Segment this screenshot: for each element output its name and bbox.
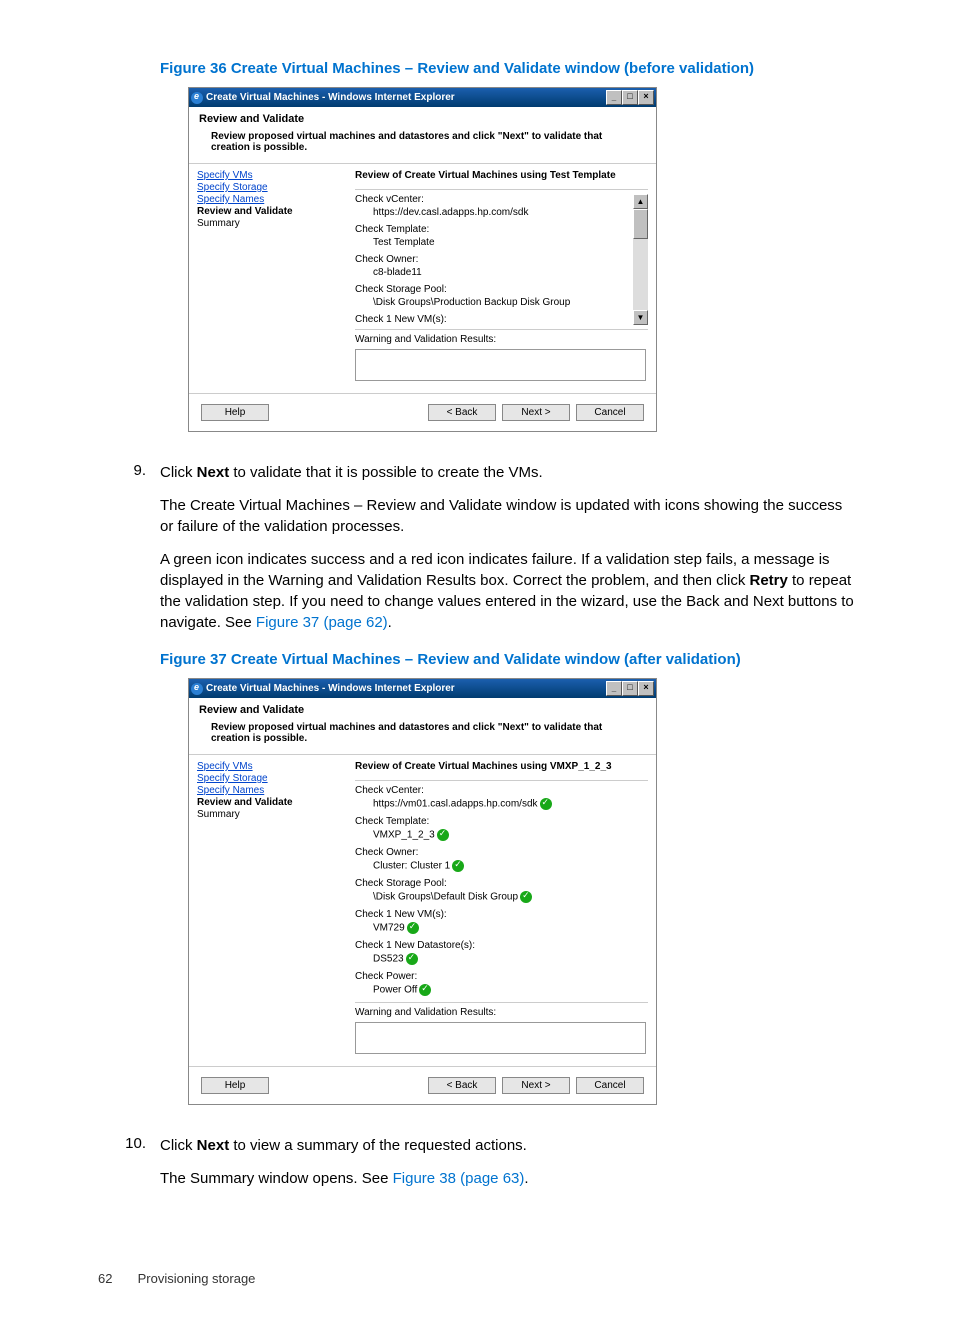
back-button[interactable]: < Back <box>428 404 496 421</box>
scroll-up-icon[interactable]: ▲ <box>633 194 648 209</box>
step-text: The Create Virtual Machines – Review and… <box>160 495 856 537</box>
figure-36-title: Figure 36 Create Virtual Machines – Revi… <box>160 60 856 77</box>
window-title: Create Virtual Machines - Windows Intern… <box>206 92 455 103</box>
cancel-button[interactable]: Cancel <box>576 404 644 421</box>
minimize-icon[interactable]: _ <box>606 681 622 696</box>
next-label: Next <box>197 464 230 481</box>
scrollbar[interactable]: ▲ ▼ <box>633 194 648 325</box>
scroll-thumb[interactable] <box>633 209 648 239</box>
screenshot-after-validation: Create Virtual Machines - Windows Intern… <box>188 678 657 1105</box>
success-icon <box>437 829 449 841</box>
close-icon[interactable]: × <box>638 90 654 105</box>
check-value: c8-blade11 <box>373 267 630 278</box>
check-value: https://vm01.casl.adapps.hp.com/sdk <box>373 799 538 810</box>
nav-specify-vms[interactable]: Specify VMs <box>197 170 347 181</box>
retry-label: Retry <box>749 572 787 589</box>
check-value: Test Template <box>373 237 630 248</box>
step-number: 10. <box>98 1135 160 1201</box>
review-title: Review of Create Virtual Machines using … <box>355 170 648 181</box>
review-title: Review of Create Virtual Machines using … <box>355 761 648 772</box>
page-number: 62 <box>98 1271 134 1286</box>
check-value: VMXP_1_2_3 <box>373 830 435 841</box>
nav-review-validate: Review and Validate <box>197 206 347 217</box>
nav-summary: Summary <box>197 218 347 229</box>
check-label: Check vCenter: <box>355 785 646 796</box>
dialog-description: Review proposed virtual machines and dat… <box>189 718 656 754</box>
next-button[interactable]: Next > <box>502 1077 570 1094</box>
check-value: \Disk Groups\Production Backup Disk Grou… <box>373 297 630 308</box>
check-label: Check Template: <box>355 224 630 235</box>
success-icon <box>419 984 431 996</box>
help-button[interactable]: Help <box>201 404 269 421</box>
warning-results-label: Warning and Validation Results: <box>355 1002 648 1018</box>
check-label: Check 1 New VM(s): <box>355 909 646 920</box>
nav-specify-names[interactable]: Specify Names <box>197 194 347 205</box>
window-titlebar: Create Virtual Machines - Windows Intern… <box>189 88 656 107</box>
warning-results-label: Warning and Validation Results: <box>355 329 648 345</box>
check-label: Check Owner: <box>355 847 646 858</box>
check-value: VM729 <box>373 923 405 934</box>
check-label: Check 1 New VM(s): <box>355 314 630 325</box>
ie-icon <box>191 683 203 695</box>
page-footer: 62 Provisioning storage <box>98 1271 856 1286</box>
nav-specify-names[interactable]: Specify Names <box>197 785 347 796</box>
check-label: Check vCenter: <box>355 194 630 205</box>
ie-icon <box>191 92 203 104</box>
nav-specify-storage[interactable]: Specify Storage <box>197 773 347 784</box>
nav-summary: Summary <box>197 809 347 820</box>
check-label: Check Power: <box>355 971 646 982</box>
help-button[interactable]: Help <box>201 1077 269 1094</box>
nav-specify-vms[interactable]: Specify VMs <box>197 761 347 772</box>
success-icon <box>406 953 418 965</box>
success-icon <box>520 891 532 903</box>
check-label: Check Storage Pool: <box>355 284 630 295</box>
close-icon[interactable]: × <box>638 681 654 696</box>
check-value: Power Off <box>373 985 417 996</box>
cancel-button[interactable]: Cancel <box>576 1077 644 1094</box>
check-value: Cluster: Cluster 1 <box>373 861 450 872</box>
check-label: Check Owner: <box>355 254 630 265</box>
figure-37-link[interactable]: Figure 37 (page 62) <box>256 614 388 631</box>
check-value: \Disk Groups\Default Disk Group <box>373 892 518 903</box>
check-value: DS523 <box>373 954 404 965</box>
footer-text: Provisioning storage <box>138 1271 256 1286</box>
check-label: Check 1 New Datastore(s): <box>355 940 646 951</box>
window-title: Create Virtual Machines - Windows Intern… <box>206 683 455 694</box>
dialog-heading: Review and Validate <box>189 107 656 127</box>
check-value: https://dev.casl.adapps.hp.com/sdk <box>373 207 630 218</box>
next-label: Next <box>197 1137 230 1154</box>
check-label: Check Template: <box>355 816 646 827</box>
warning-results-box <box>355 349 646 381</box>
nav-specify-storage[interactable]: Specify Storage <box>197 182 347 193</box>
maximize-icon[interactable]: □ <box>622 90 638 105</box>
step-number: 9. <box>98 462 160 645</box>
figure-37-title: Figure 37 Create Virtual Machines – Revi… <box>160 651 856 668</box>
nav-review-validate: Review and Validate <box>197 797 347 808</box>
dialog-heading: Review and Validate <box>189 698 656 718</box>
success-icon <box>407 922 419 934</box>
maximize-icon[interactable]: □ <box>622 681 638 696</box>
success-icon <box>540 798 552 810</box>
dialog-description: Review proposed virtual machines and dat… <box>189 127 656 163</box>
scroll-down-icon[interactable]: ▼ <box>633 310 648 325</box>
window-titlebar: Create Virtual Machines - Windows Intern… <box>189 679 656 698</box>
minimize-icon[interactable]: _ <box>606 90 622 105</box>
warning-results-box <box>355 1022 646 1054</box>
next-button[interactable]: Next > <box>502 404 570 421</box>
success-icon <box>452 860 464 872</box>
wizard-nav: Specify VMs Specify Storage Specify Name… <box>189 164 355 393</box>
check-label: Check Storage Pool: <box>355 878 646 889</box>
wizard-nav: Specify VMs Specify Storage Specify Name… <box>189 755 355 1066</box>
screenshot-before-validation: Create Virtual Machines - Windows Intern… <box>188 87 657 432</box>
figure-38-link[interactable]: Figure 38 (page 63) <box>393 1170 525 1187</box>
back-button[interactable]: < Back <box>428 1077 496 1094</box>
